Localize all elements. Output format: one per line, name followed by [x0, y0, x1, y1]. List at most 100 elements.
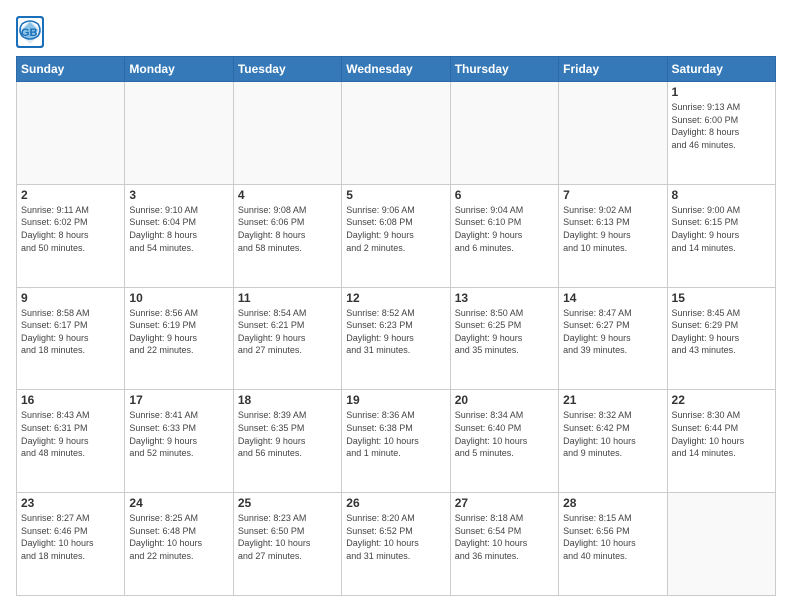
calendar-cell: 26 Sunrise: 8:20 AMSunset: 6:52 PMDayligh… [342, 493, 450, 596]
weekday-header-wednesday: Wednesday [342, 57, 450, 82]
calendar-cell: 8 Sunrise: 9:00 AMSunset: 6:15 PMDaylight… [667, 184, 775, 287]
calendar-cell: 25 Sunrise: 8:23 AMSunset: 6:50 PMDayligh… [233, 493, 341, 596]
day-info: Sunrise: 8:54 AMSunset: 6:21 PMDaylight:… [238, 307, 337, 357]
calendar-cell [125, 82, 233, 185]
calendar-cell [233, 82, 341, 185]
calendar-cell: 24 Sunrise: 8:25 AMSunset: 6:48 PMDayligh… [125, 493, 233, 596]
day-info: Sunrise: 8:45 AMSunset: 6:29 PMDaylight:… [672, 307, 771, 357]
calendar-cell: 11 Sunrise: 8:54 AMSunset: 6:21 PMDayligh… [233, 287, 341, 390]
day-number: 27 [455, 496, 554, 510]
day-number: 19 [346, 393, 445, 407]
calendar-cell: 1Sunrise: 9:13 AMSunset: 6:00 PMDaylight… [667, 82, 775, 185]
day-number: 6 [455, 188, 554, 202]
logo: GB [16, 16, 48, 48]
calendar-table: SundayMondayTuesdayWednesdayThursdayFrid… [16, 56, 776, 596]
day-info: Sunrise: 8:36 AMSunset: 6:38 PMDaylight:… [346, 409, 445, 459]
day-number: 14 [563, 291, 662, 305]
week-row-1: 1Sunrise: 9:13 AMSunset: 6:00 PMDaylight… [17, 82, 776, 185]
day-number: 15 [672, 291, 771, 305]
day-info: Sunrise: 8:15 AMSunset: 6:56 PMDaylight:… [563, 512, 662, 562]
calendar-cell [667, 493, 775, 596]
day-info: Sunrise: 8:43 AMSunset: 6:31 PMDaylight:… [21, 409, 120, 459]
calendar-cell: 9 Sunrise: 8:58 AMSunset: 6:17 PMDaylight… [17, 287, 125, 390]
day-number: 4 [238, 188, 337, 202]
day-number: 18 [238, 393, 337, 407]
calendar-cell: 7Sunrise: 9:02 AMSunset: 6:13 PMDaylight… [559, 184, 667, 287]
day-number: 25 [238, 496, 337, 510]
day-number: 11 [238, 291, 337, 305]
calendar-cell: 4 Sunrise: 9:08 AMSunset: 6:06 PMDaylight… [233, 184, 341, 287]
calendar-cell [559, 82, 667, 185]
calendar-cell: 10 Sunrise: 8:56 AMSunset: 6:19 PMDayligh… [125, 287, 233, 390]
day-number: 17 [129, 393, 228, 407]
day-info: Sunrise: 9:06 AMSunset: 6:08 PMDaylight:… [346, 204, 445, 254]
calendar-cell [17, 82, 125, 185]
day-number: 10 [129, 291, 228, 305]
day-info: Sunrise: 8:32 AMSunset: 6:42 PMDaylight:… [563, 409, 662, 459]
day-info: Sunrise: 8:20 AMSunset: 6:52 PMDaylight:… [346, 512, 445, 562]
calendar-cell [342, 82, 450, 185]
header: GB [16, 16, 776, 48]
calendar-cell: 23 Sunrise: 8:27 AMSunset: 6:46 PMDayligh… [17, 493, 125, 596]
weekday-header-sunday: Sunday [17, 57, 125, 82]
day-info: Sunrise: 8:47 AMSunset: 6:27 PMDaylight:… [563, 307, 662, 357]
day-number: 26 [346, 496, 445, 510]
logo-icon: GB [16, 16, 44, 48]
calendar-cell: 16 Sunrise: 8:43 AMSunset: 6:31 PMDayligh… [17, 390, 125, 493]
day-info: Sunrise: 9:08 AMSunset: 6:06 PMDaylight:… [238, 204, 337, 254]
calendar-cell: 15 Sunrise: 8:45 AMSunset: 6:29 PMDayligh… [667, 287, 775, 390]
day-number: 24 [129, 496, 228, 510]
day-number: 20 [455, 393, 554, 407]
day-number: 22 [672, 393, 771, 407]
weekday-header-saturday: Saturday [667, 57, 775, 82]
day-number: 21 [563, 393, 662, 407]
day-info: Sunrise: 8:52 AMSunset: 6:23 PMDaylight:… [346, 307, 445, 357]
day-number: 28 [563, 496, 662, 510]
calendar-cell: 19 Sunrise: 8:36 AMSunset: 6:38 PMDayligh… [342, 390, 450, 493]
weekday-header-monday: Monday [125, 57, 233, 82]
calendar-cell: 17 Sunrise: 8:41 AMSunset: 6:33 PMDayligh… [125, 390, 233, 493]
calendar-cell: 6 Sunrise: 9:04 AMSunset: 6:10 PMDaylight… [450, 184, 558, 287]
day-info: Sunrise: 8:41 AMSunset: 6:33 PMDaylight:… [129, 409, 228, 459]
calendar-page: GB SundayMondayTuesdayWednesdayThursdayF… [0, 0, 792, 612]
day-info: Sunrise: 8:50 AMSunset: 6:25 PMDaylight:… [455, 307, 554, 357]
day-number: 8 [672, 188, 771, 202]
day-info: Sunrise: 9:11 AMSunset: 6:02 PMDaylight:… [21, 204, 120, 254]
calendar-cell: 14 Sunrise: 8:47 AMSunset: 6:27 PMDayligh… [559, 287, 667, 390]
day-number: 23 [21, 496, 120, 510]
calendar-cell: 21 Sunrise: 8:32 AMSunset: 6:42 PMDayligh… [559, 390, 667, 493]
day-info: Sunrise: 8:30 AMSunset: 6:44 PMDaylight:… [672, 409, 771, 459]
day-info: Sunrise: 8:27 AMSunset: 6:46 PMDaylight:… [21, 512, 120, 562]
week-row-5: 23 Sunrise: 8:27 AMSunset: 6:46 PMDayligh… [17, 493, 776, 596]
calendar-cell: 3 Sunrise: 9:10 AMSunset: 6:04 PMDaylight… [125, 184, 233, 287]
day-number: 3 [129, 188, 228, 202]
day-info: Sunrise: 8:23 AMSunset: 6:50 PMDaylight:… [238, 512, 337, 562]
day-info: Sunrise: 9:04 AMSunset: 6:10 PMDaylight:… [455, 204, 554, 254]
day-number: 9 [21, 291, 120, 305]
day-info: Sunrise: 9:02 AMSunset: 6:13 PMDaylight:… [563, 204, 662, 254]
calendar-cell: 27 Sunrise: 8:18 AMSunset: 6:54 PMDayligh… [450, 493, 558, 596]
day-info: Sunrise: 8:34 AMSunset: 6:40 PMDaylight:… [455, 409, 554, 459]
calendar-cell: 5 Sunrise: 9:06 AMSunset: 6:08 PMDaylight… [342, 184, 450, 287]
day-info: Sunrise: 8:18 AMSunset: 6:54 PMDaylight:… [455, 512, 554, 562]
week-row-3: 9 Sunrise: 8:58 AMSunset: 6:17 PMDaylight… [17, 287, 776, 390]
calendar-cell: 13Sunrise: 8:50 AMSunset: 6:25 PMDayligh… [450, 287, 558, 390]
calendar-cell: 20 Sunrise: 8:34 AMSunset: 6:40 PMDayligh… [450, 390, 558, 493]
svg-text:GB: GB [21, 27, 38, 39]
day-number: 1 [672, 85, 771, 99]
day-info: Sunrise: 9:10 AMSunset: 6:04 PMDaylight:… [129, 204, 228, 254]
day-number: 16 [21, 393, 120, 407]
weekday-header-row: SundayMondayTuesdayWednesdayThursdayFrid… [17, 57, 776, 82]
calendar-cell: 12 Sunrise: 8:52 AMSunset: 6:23 PMDayligh… [342, 287, 450, 390]
day-info: Sunrise: 8:25 AMSunset: 6:48 PMDaylight:… [129, 512, 228, 562]
day-number: 2 [21, 188, 120, 202]
day-info: Sunrise: 8:58 AMSunset: 6:17 PMDaylight:… [21, 307, 120, 357]
calendar-cell: 22 Sunrise: 8:30 AMSunset: 6:44 PMDayligh… [667, 390, 775, 493]
week-row-4: 16 Sunrise: 8:43 AMSunset: 6:31 PMDayligh… [17, 390, 776, 493]
day-number: 5 [346, 188, 445, 202]
weekday-header-friday: Friday [559, 57, 667, 82]
day-number: 12 [346, 291, 445, 305]
day-info: Sunrise: 9:00 AMSunset: 6:15 PMDaylight:… [672, 204, 771, 254]
day-info: Sunrise: 8:56 AMSunset: 6:19 PMDaylight:… [129, 307, 228, 357]
day-info: Sunrise: 8:39 AMSunset: 6:35 PMDaylight:… [238, 409, 337, 459]
